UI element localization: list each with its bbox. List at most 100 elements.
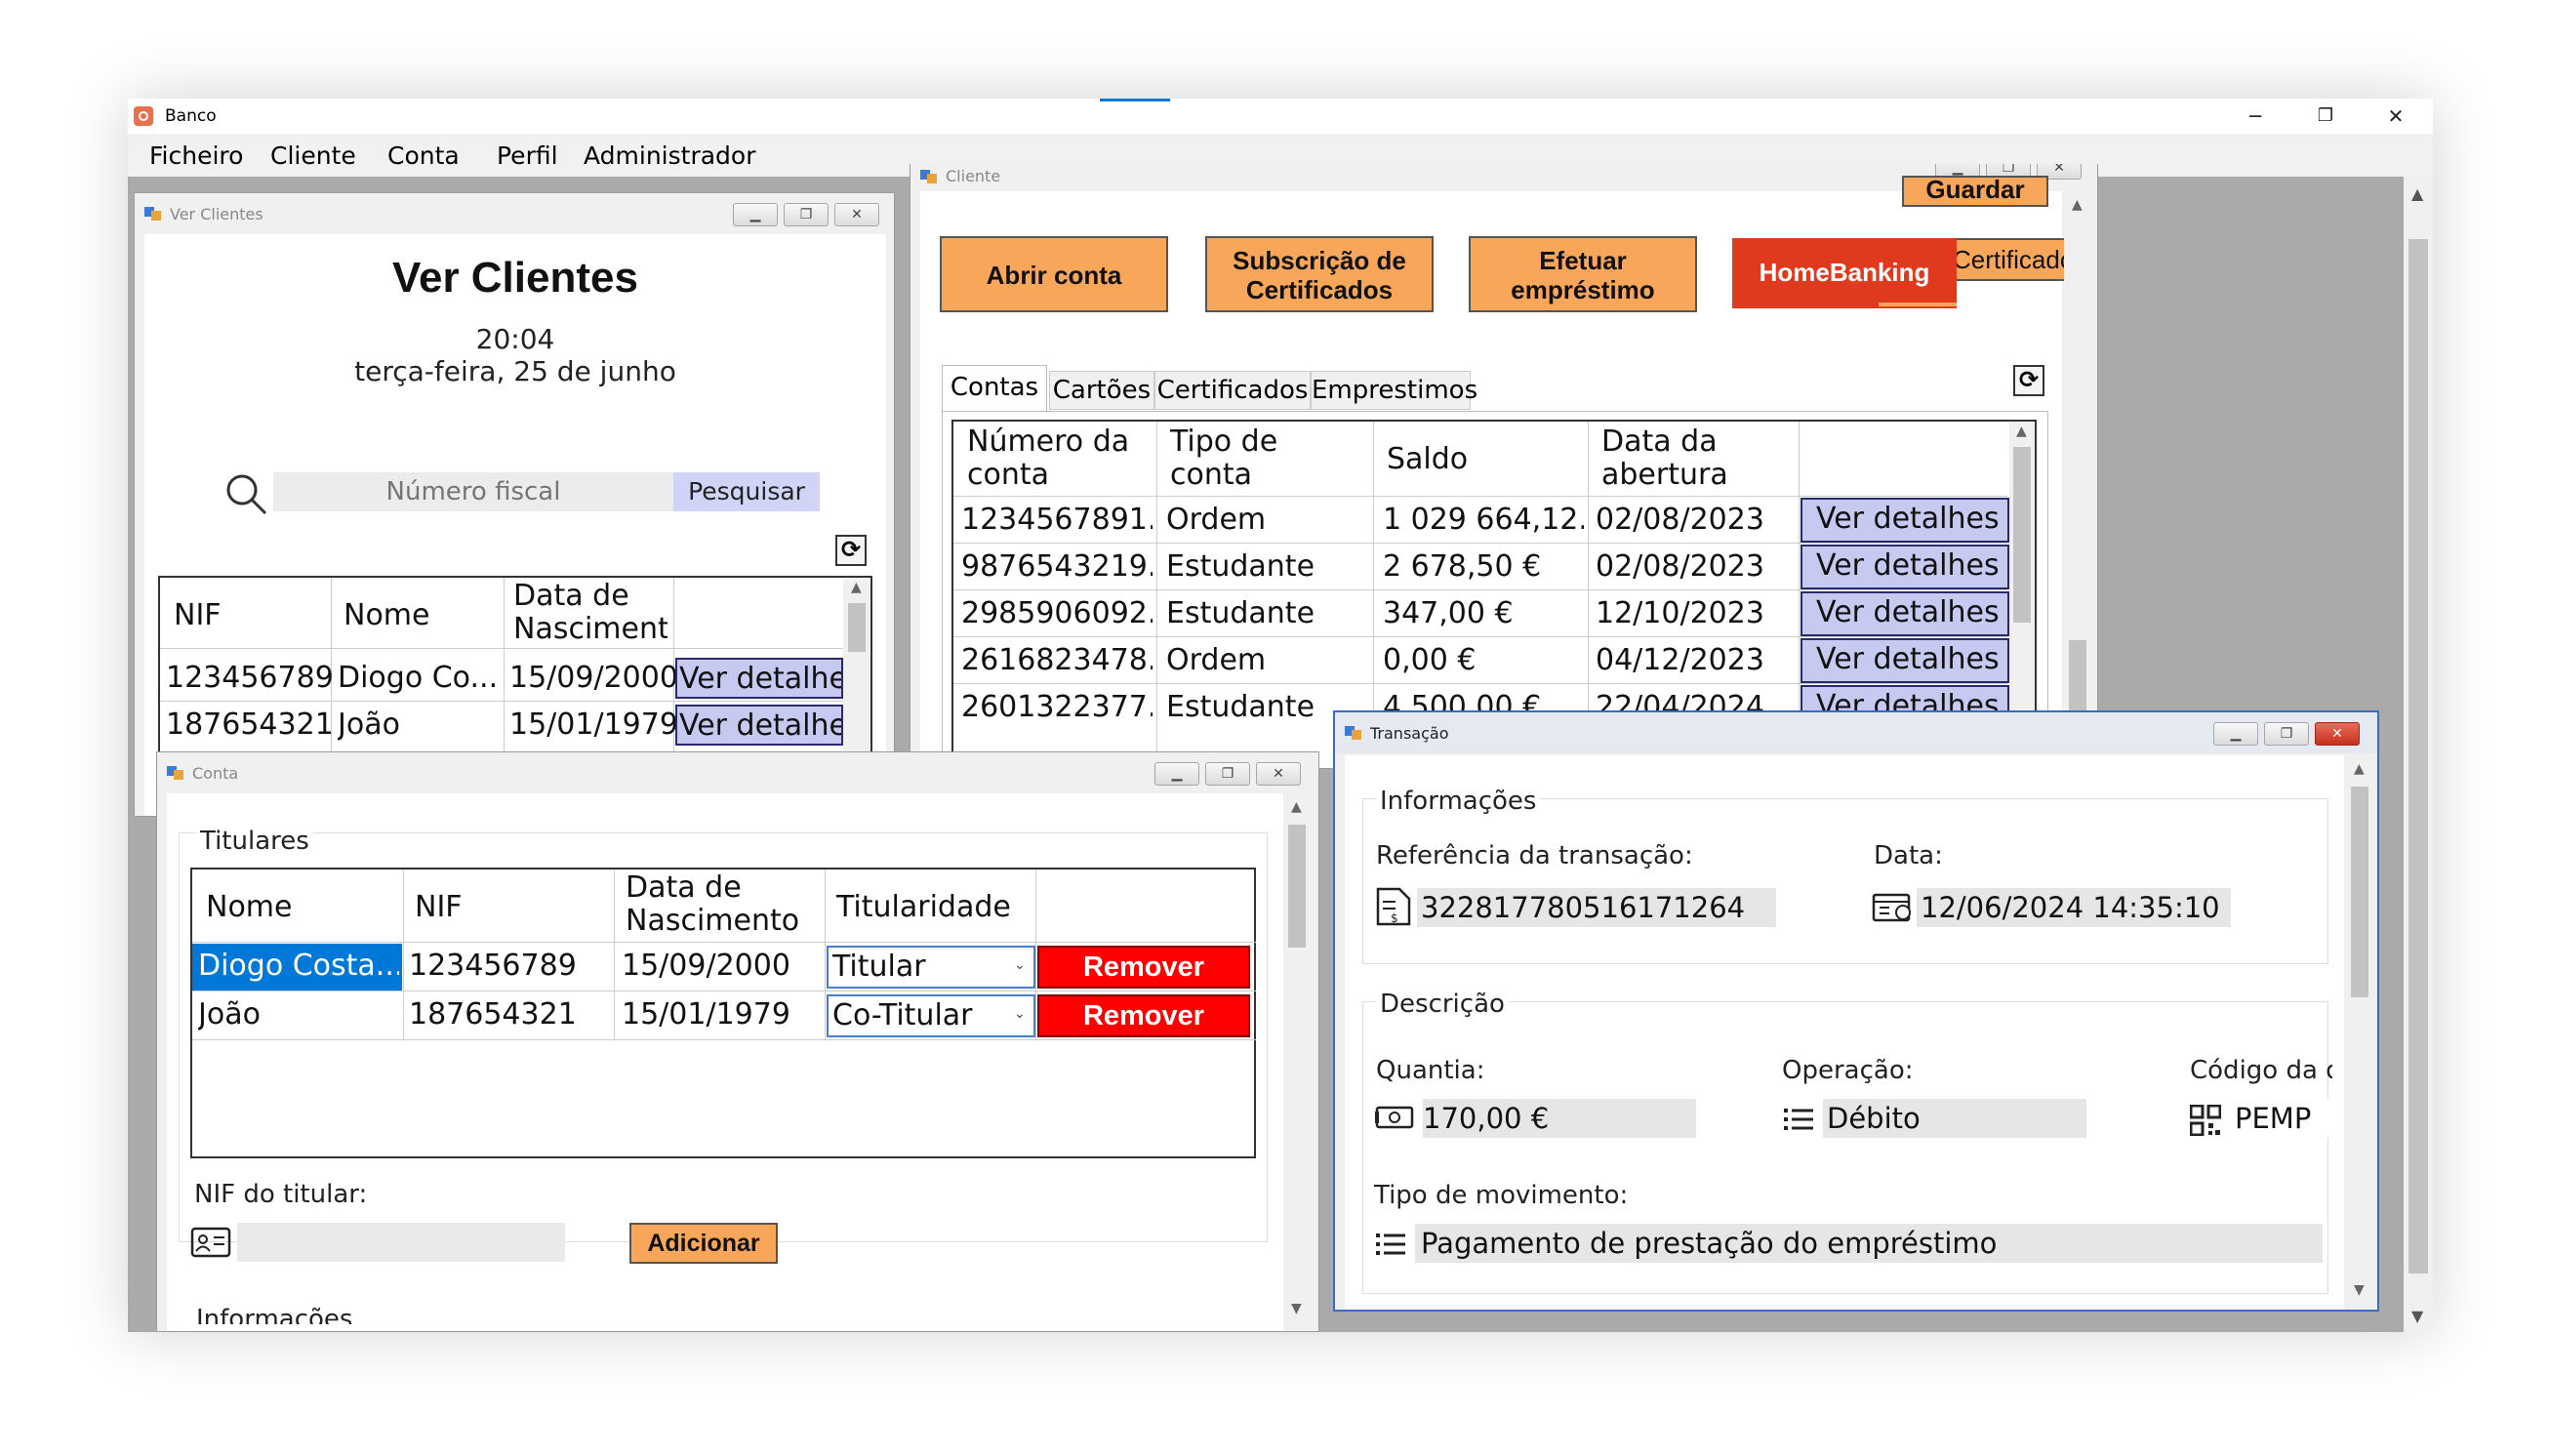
minimize-icon[interactable]: ▁ xyxy=(2213,722,2258,746)
quantia-field: 170,00 € xyxy=(1423,1099,1696,1138)
guardar-button[interactable]: Guardar xyxy=(1902,176,2048,207)
codigo-value: PEMP xyxy=(2235,1102,2312,1135)
ver-detalhes-button[interactable]: Ver detalhes xyxy=(1800,591,2009,636)
titularidade-select[interactable]: Co-Titular ⌄ xyxy=(827,994,1035,1037)
operacao-label: Operação: xyxy=(1782,1056,1914,1085)
scroll-up-arrow-icon[interactable]: ▲ xyxy=(2411,184,2423,203)
col-header-nif: NIF xyxy=(174,599,222,632)
close-icon[interactable]: ✕ xyxy=(834,203,879,226)
tab-emprestimos[interactable]: Emprestimos xyxy=(1311,371,1477,410)
row-divider xyxy=(953,589,2007,590)
restore-icon[interactable]: ❐ xyxy=(1205,762,1250,786)
col-divider xyxy=(614,870,615,1039)
ver-detalhes-button[interactable]: Ver detalhes xyxy=(1800,638,2009,683)
close-icon[interactable]: ✕ xyxy=(1256,762,1301,786)
abrir-conta-button[interactable]: Abrir conta xyxy=(940,236,1168,312)
codigo-label: Código da o xyxy=(2190,1056,2332,1085)
minimize-icon[interactable]: ▁ xyxy=(1154,762,1199,786)
titulares-grid[interactable]: Nome NIF Data de Nascimento Titularidade… xyxy=(190,868,1256,1158)
restore-icon[interactable]: ❐ xyxy=(784,203,829,226)
ver-detalhes-button[interactable]: Ver detalhes xyxy=(1800,545,2009,589)
scroll-down-arrow-icon[interactable]: ▼ xyxy=(2354,1282,2365,1298)
titulares-group-label: Titulares xyxy=(196,827,313,856)
scroll-up-arrow-icon[interactable]: ▲ xyxy=(851,580,862,595)
scroll-up-arrow-icon[interactable]: ▲ xyxy=(1291,799,1302,815)
subscricao-certificados-button[interactable]: Subscrição de Certificados xyxy=(1205,236,1434,312)
menu-ficheiro[interactable]: Ficheiro xyxy=(149,142,243,170)
col-divider xyxy=(1035,870,1036,1039)
minimize-icon[interactable]: ▁ xyxy=(733,203,778,226)
scroll-up-arrow-icon[interactable]: ▲ xyxy=(2072,197,2083,213)
app-titlebar: Banco ─ ❐ ✕ xyxy=(128,99,2433,134)
nif-search-input[interactable] xyxy=(273,472,673,511)
chevron-down-icon[interactable]: ⌄ xyxy=(1014,957,1026,973)
cliente-scrollbar[interactable]: ▲ xyxy=(2064,191,2091,768)
row-divider xyxy=(953,636,2007,637)
scroll-down-arrow-icon[interactable]: ▼ xyxy=(1291,1301,1302,1316)
chevron-down-icon[interactable]: ⌄ xyxy=(1014,1006,1026,1022)
conta-scrollbar[interactable]: ▲ ▼ xyxy=(1283,793,1311,1331)
svg-text:$: $ xyxy=(1391,911,1398,925)
search-button[interactable]: Pesquisar xyxy=(673,472,820,511)
ver-detalhes-button[interactable]: Ver detalhes xyxy=(675,705,843,746)
titularidade-select[interactable]: Titular ⌄ xyxy=(827,946,1035,989)
grid-scroll-thumb[interactable] xyxy=(848,603,866,652)
menu-administrador[interactable]: Administrador xyxy=(584,142,756,170)
minimize-button[interactable]: ─ xyxy=(2220,99,2290,134)
conta-scroll-thumb[interactable] xyxy=(1288,825,1306,948)
transacao-window-title: Transação xyxy=(1370,724,1449,743)
ver-clientes-window: Ver Clientes ▁ ❐ ✕ Ver Clientes 20:04 te… xyxy=(134,192,895,817)
tab-cartoes[interactable]: Cartões xyxy=(1049,371,1154,410)
close-button[interactable]: ✕ xyxy=(2361,99,2431,134)
col-header-data: Data da abertura xyxy=(1601,425,1748,492)
row-divider xyxy=(192,1039,1256,1040)
transacao-scrollbar[interactable]: ▲ ▼ xyxy=(2346,755,2373,1310)
tab-certificados[interactable]: Certificados xyxy=(1154,371,1311,410)
efetuar-emprestimo-button[interactable]: Efetuar empréstimo xyxy=(1469,236,1697,312)
grid-scroll-thumb[interactable] xyxy=(2013,447,2031,623)
bank-app-icon xyxy=(134,106,153,126)
close-icon[interactable]: ✕ xyxy=(2315,722,2360,746)
cell-tipo: Estudante xyxy=(1166,691,1315,724)
operacao-value: Débito xyxy=(1827,1102,1921,1135)
restore-icon[interactable]: ❐ xyxy=(2264,722,2309,746)
menu-conta[interactable]: Conta xyxy=(387,142,460,170)
list-icon xyxy=(1782,1105,1815,1134)
col-header-data-nascimento: Data de Nascimento xyxy=(513,580,668,646)
scroll-up-arrow-icon[interactable]: ▲ xyxy=(2016,424,2027,439)
nif-titular-label: NIF do titular: xyxy=(194,1180,368,1209)
col-header-data: Data de Nascimento xyxy=(626,871,801,938)
receipt-icon: $ xyxy=(1374,886,1413,927)
remover-button[interactable]: Remover xyxy=(1037,994,1250,1037)
ver-clientes-titlebar: Ver Clientes ▁ ❐ ✕ xyxy=(135,193,894,234)
cell-nome: Diogo Costa... xyxy=(198,950,399,983)
window-icon xyxy=(920,168,938,183)
scroll-up-arrow-icon[interactable]: ▲ xyxy=(2354,761,2365,777)
operacao-field: Débito xyxy=(1823,1099,2086,1138)
transacao-scroll-thumb[interactable] xyxy=(2351,787,2368,997)
scroll-down-arrow-icon[interactable]: ▼ xyxy=(2411,1307,2423,1325)
col-header-nif: NIF xyxy=(415,891,463,924)
conta-window-title: Conta xyxy=(192,764,239,783)
cell-data: 04/12/2023 xyxy=(1596,644,1764,677)
remover-button[interactable]: Remover xyxy=(1037,946,1250,989)
menu-perfil[interactable]: Perfil xyxy=(497,142,558,170)
menu-cliente[interactable]: Cliente xyxy=(270,142,356,170)
maximize-button[interactable]: ❐ xyxy=(2290,99,2361,134)
refresh-icon[interactable]: ⟳ xyxy=(2013,365,2044,396)
informacoes-group-label: Informações xyxy=(196,1305,353,1324)
adicionar-button[interactable]: Adicionar xyxy=(629,1223,778,1264)
ver-detalhes-button[interactable]: Ver detalhes xyxy=(1800,498,2009,543)
cell-nif: 187654321 xyxy=(409,998,577,1031)
referencia-label: Referência da transação: xyxy=(1376,841,1693,870)
homebanking-button[interactable]: HomeBanking xyxy=(1732,238,1957,308)
mdi-scrollbar[interactable]: ▲ ▼ xyxy=(2404,177,2433,1332)
cell-data: 15/01/1979 xyxy=(622,998,790,1031)
refresh-icon[interactable]: ⟳ xyxy=(835,535,867,566)
certificados-button[interactable]: Certificados xyxy=(1951,238,2082,281)
ver-detalhes-button[interactable]: Ver detalhes xyxy=(675,658,843,699)
tab-contas[interactable]: Contas xyxy=(942,365,1047,412)
mdi-scroll-thumb[interactable] xyxy=(2408,239,2428,1274)
nif-titular-input[interactable] xyxy=(237,1223,565,1262)
cell-nif: 187654321 xyxy=(166,708,334,742)
